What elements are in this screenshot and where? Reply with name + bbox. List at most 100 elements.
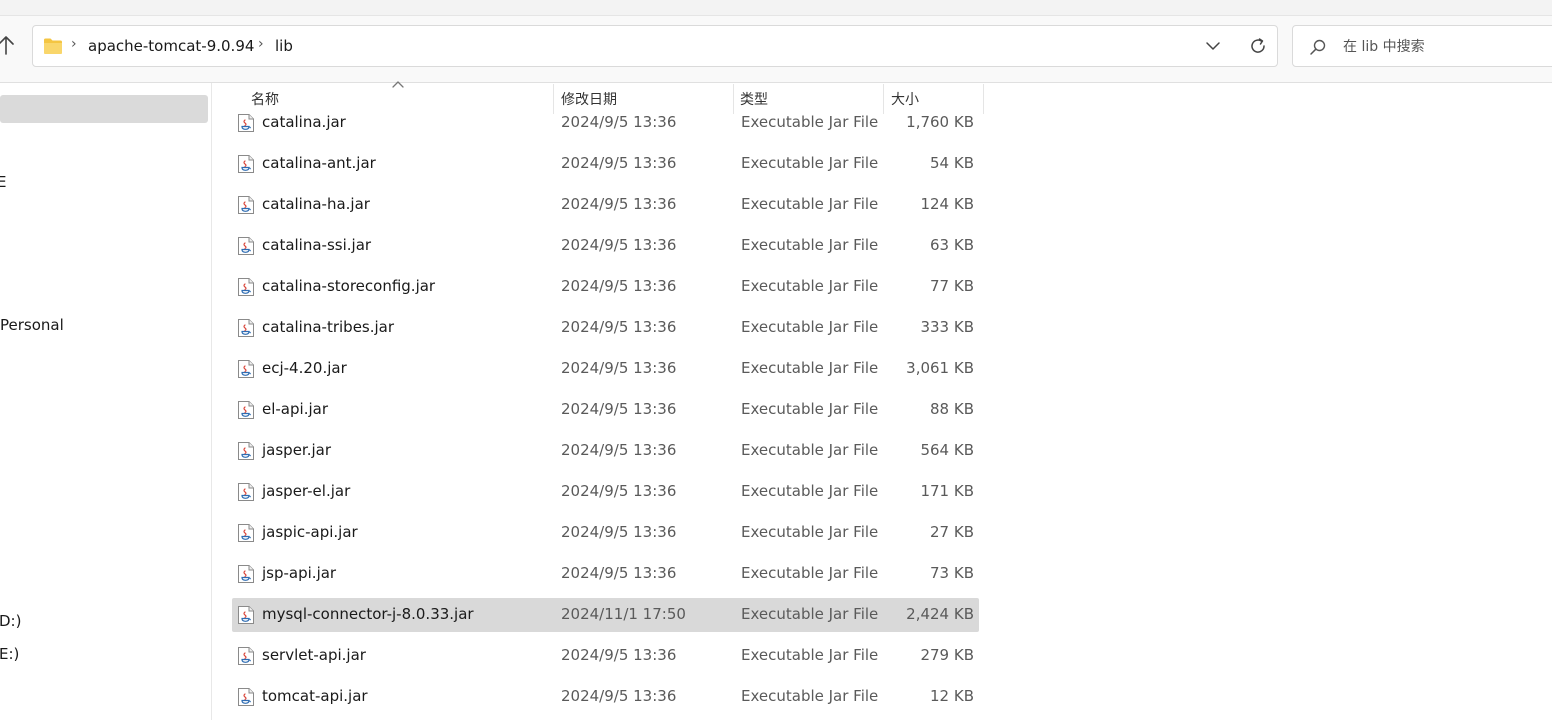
jar-file-icon [238,442,254,460]
file-size: 27 KB [930,523,974,541]
folder-icon [44,38,62,54]
nav-item-personal[interactable]: Personal [0,316,64,334]
file-type: Executable Jar File [741,359,879,377]
jar-file-icon [238,237,254,255]
file-name: jsp-api.jar [262,564,337,582]
file-row[interactable]: mysql-connector-j-8.0.33.jar 2024/11/1 1… [232,598,979,632]
file-list: catalina.jar 2024/9/5 13:36 Executable J… [232,101,980,720]
file-name: catalina-storeconfig.jar [262,277,436,295]
jar-file-icon [238,647,254,665]
file-type: Executable Jar File [741,318,879,336]
file-row[interactable]: catalina-ha.jar 2024/9/5 13:36 Executabl… [232,188,979,222]
file-modified: 2024/9/5 13:36 [561,318,677,336]
file-row[interactable]: catalina-tribes.jar 2024/9/5 13:36 Execu… [232,311,979,345]
nav-item-e[interactable]: E [0,173,6,191]
jar-file-icon [238,155,254,173]
file-type: Executable Jar File [741,236,879,254]
up-arrow-icon[interactable] [0,34,14,58]
jar-file-icon [238,278,254,296]
file-row[interactable]: catalina-storeconfig.jar 2024/9/5 13:36 … [232,270,979,304]
toolbar-divider [0,82,1552,83]
jar-file-icon [238,401,254,419]
file-row[interactable]: ecj-4.20.jar 2024/9/5 13:36 Executable J… [232,352,979,386]
breadcrumb-separator: › [258,36,264,52]
file-row[interactable]: servlet-api.jar 2024/9/5 13:36 Executabl… [232,639,979,673]
file-name: catalina.jar [262,113,346,131]
file-row[interactable]: jasper.jar 2024/9/5 13:36 Executable Jar… [232,434,979,468]
file-name: jasper.jar [262,441,332,459]
file-size: 171 KB [920,482,974,500]
file-size: 2,424 KB [906,605,974,623]
column-divider[interactable] [983,84,984,114]
navigation-pane: E Personal D:) E:) [0,83,212,720]
file-type: Executable Jar File [741,646,879,664]
file-size: 12 KB [930,687,974,705]
file-size: 333 KB [920,318,974,336]
file-name: mysql-connector-j-8.0.33.jar [262,605,474,623]
file-size: 124 KB [920,195,974,213]
search-input[interactable] [1341,35,1545,59]
jar-file-icon [238,483,254,501]
file-name: servlet-api.jar [262,646,366,664]
file-name: ecj-4.20.jar [262,359,347,377]
file-modified: 2024/9/5 13:36 [561,564,677,582]
breadcrumb-separator: › [71,36,77,52]
file-type: Executable Jar File [741,523,879,541]
file-type: Executable Jar File [741,687,879,705]
file-modified: 2024/9/5 13:36 [561,482,677,500]
breadcrumb-apache-tomcat[interactable]: apache-tomcat-9.0.94 [88,37,254,55]
search-icon [1310,39,1326,55]
file-type: Executable Jar File [741,195,879,213]
file-row[interactable]: catalina-ant.jar 2024/9/5 13:36 Executab… [232,147,979,181]
file-size: 279 KB [920,646,974,664]
file-modified: 2024/9/5 13:36 [561,400,677,418]
file-row[interactable]: tomcat-api.jar 2024/9/5 13:36 Executable… [232,680,979,714]
file-row[interactable]: catalina.jar 2024/9/5 13:36 Executable J… [232,106,979,140]
file-type: Executable Jar File [741,400,879,418]
file-row[interactable]: el-api.jar 2024/9/5 13:36 Executable Jar… [232,393,979,427]
nav-item-selected[interactable] [0,95,208,123]
jar-file-icon [238,524,254,542]
file-name: tomcat-api.jar [262,687,368,705]
file-name: jaspic-api.jar [262,523,358,541]
file-type: Executable Jar File [741,154,879,172]
file-type: Executable Jar File [741,482,879,500]
file-size: 564 KB [920,441,974,459]
file-row[interactable]: jsp-api.jar 2024/9/5 13:36 Executable Ja… [232,557,979,591]
file-row[interactable]: catalina-ssi.jar 2024/9/5 13:36 Executab… [232,229,979,263]
file-name: jasper-el.jar [262,482,351,500]
file-type: Executable Jar File [741,564,879,582]
refresh-icon[interactable] [1248,36,1268,56]
file-modified: 2024/9/5 13:36 [561,154,677,172]
file-row[interactable]: jasper-el.jar 2024/9/5 13:36 Executable … [232,475,979,509]
file-type: Executable Jar File [741,113,879,131]
file-modified: 2024/9/5 13:36 [561,687,677,705]
address-bar[interactable]: › apache-tomcat-9.0.94 › lib [32,25,1278,67]
sort-arrow-icon [392,81,404,88]
file-modified: 2024/9/5 13:36 [561,113,677,131]
file-modified: 2024/9/5 13:36 [561,277,677,295]
file-row[interactable]: jaspic-api.jar 2024/9/5 13:36 Executable… [232,516,979,550]
file-size: 1,760 KB [906,113,974,131]
title-bar-strip [0,0,1552,16]
nav-item-drive-d[interactable]: D:) [0,612,21,630]
nav-item-drive-e[interactable]: E:) [0,645,19,663]
file-size: 73 KB [930,564,974,582]
jar-file-icon [238,360,254,378]
search-box[interactable] [1292,25,1552,67]
chevron-down-icon[interactable] [1205,38,1221,54]
jar-file-icon [238,688,254,706]
file-name: catalina-ssi.jar [262,236,372,254]
file-size: 3,061 KB [906,359,974,377]
file-type: Executable Jar File [741,605,879,623]
breadcrumb-lib[interactable]: lib [275,37,293,55]
file-modified: 2024/9/5 13:36 [561,359,677,377]
file-type: Executable Jar File [741,441,879,459]
file-type: Executable Jar File [741,277,879,295]
file-modified: 2024/9/5 13:36 [561,646,677,664]
file-name: el-api.jar [262,400,328,418]
file-modified: 2024/9/5 13:36 [561,523,677,541]
jar-file-icon [238,114,254,132]
file-modified: 2024/9/5 13:36 [561,441,677,459]
jar-file-icon [238,565,254,583]
